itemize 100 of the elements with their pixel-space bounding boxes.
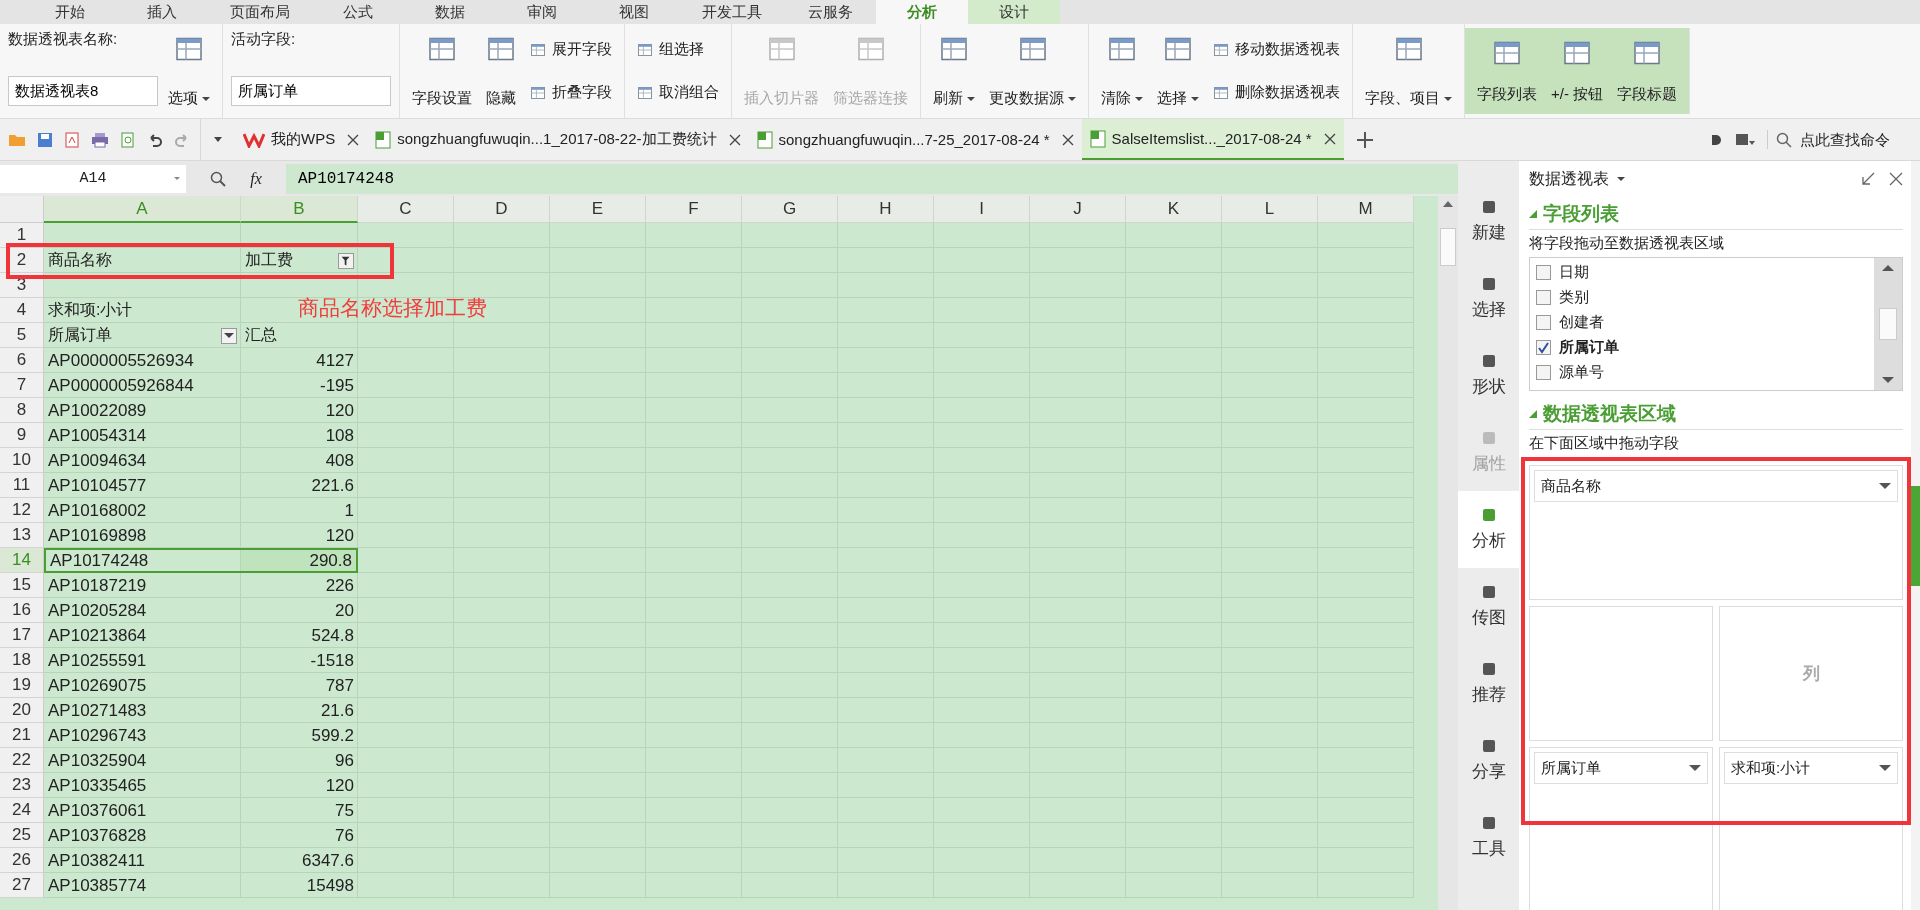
field-name[interactable]: 类别 [1559,288,1589,307]
document-tab[interactable]: 我的WPS [235,119,368,160]
table-cell[interactable]: 120 [241,523,358,548]
table-cell[interactable]: -1518 [241,648,358,673]
close-icon[interactable] [1323,132,1336,145]
checkbox[interactable] [1536,265,1551,280]
ribbon-button[interactable]: 刷新 [929,28,979,114]
side-handle[interactable] [1911,486,1920,586]
table-cell[interactable]: 226 [241,573,358,598]
column-header[interactable]: I [934,196,1030,223]
close-icon[interactable] [728,133,741,146]
side-tool[interactable]: 工具 [1458,799,1519,876]
table-cell[interactable]: 524.8 [241,623,358,648]
d-icon[interactable] [1709,132,1723,147]
field-name[interactable]: 创建者 [1559,313,1604,332]
row-header[interactable]: 13 [0,523,44,548]
ribbon-button[interactable]: 移动数据透视表 [1209,38,1344,61]
field-name[interactable]: 源单号 [1559,363,1604,382]
ribbon-button[interactable]: 字段、项目 [1361,28,1456,114]
row-header[interactable]: 22 [0,748,44,773]
plus-icon[interactable] [1355,130,1374,149]
menu-tab[interactable]: 视图 [588,0,680,24]
side-tool[interactable]: 分享 [1458,722,1519,799]
document-tab[interactable]: songzhuangfuwuqin...7-25_2017-08-24 * [748,119,1082,160]
options-button[interactable]: 选项 [164,28,214,114]
ribbon-button[interactable]: 隐藏 [482,28,520,114]
row-header[interactable]: 2 [0,248,44,273]
table-cell[interactable]: 商品名称 [44,248,241,273]
table-cell[interactable]: 290.8 [241,548,358,573]
scrollbar[interactable] [1438,196,1458,910]
field-name[interactable]: 日期 [1559,263,1589,282]
table-cell[interactable]: AP10325904 [44,748,241,773]
dropdown-icon[interactable] [221,327,237,344]
document-tab[interactable]: songzhuangfuwuqin...1_2017-08-22-加工费统计 [367,119,749,160]
drop-area[interactable]: 所属订单 [1529,747,1713,910]
table-cell[interactable]: AP10382411 [44,848,241,873]
row-header[interactable]: 8 [0,398,44,423]
menu-tab[interactable]: 分析 [876,0,968,24]
ribbon-button[interactable]: 组选择 [633,38,723,61]
column-header[interactable]: K [1126,196,1222,223]
triangle-icon[interactable] [1529,210,1537,218]
row-header[interactable]: 24 [0,798,44,823]
save-icon[interactable] [37,131,53,148]
checkbox[interactable] [1536,365,1551,380]
command-search-field[interactable]: 点此查找命令 [1798,130,1912,149]
ribbon-button[interactable]: 清除 [1097,28,1147,114]
undo-icon[interactable] [147,131,163,148]
table-cell[interactable]: AP0000005926844 [44,373,241,398]
row-header[interactable]: 6 [0,348,44,373]
side-tool[interactable]: 分析 [1458,491,1519,568]
table-cell[interactable]: AP10269075 [44,673,241,698]
side-tool[interactable]: 选择 [1458,260,1519,337]
pivot-name-field[interactable]: 数据透视表8 [8,76,158,106]
drop-area[interactable]: 求和项:小计 [1719,747,1903,910]
table-cell[interactable]: 120 [241,773,358,798]
zoom-icon[interactable] [210,170,226,187]
table-cell[interactable]: 1 [241,498,358,523]
row-header[interactable]: 19 [0,673,44,698]
table-cell[interactable]: 75 [241,798,358,823]
table-cell[interactable]: 120 [241,398,358,423]
side-tool[interactable]: 新建 [1458,183,1519,260]
preview-icon[interactable] [120,131,136,148]
close-icon[interactable] [1061,133,1074,146]
table-cell[interactable]: AP10255591 [44,648,241,673]
field-chip[interactable]: 求和项:小计 [1724,752,1898,784]
table-cell[interactable]: -195 [241,373,358,398]
table-cell[interactable]: AP10205284 [44,598,241,623]
up-arrow-icon[interactable] [1443,200,1453,208]
ribbon-button[interactable]: 取消组合 [633,81,723,104]
column-header[interactable]: L [1222,196,1318,223]
table-cell[interactable]: AP10187219 [44,573,241,598]
table-cell[interactable]: 15498 [241,873,358,898]
table-cell[interactable]: AP10296743 [44,723,241,748]
dropdown-box-icon[interactable] [1735,131,1755,148]
table-cell[interactable]: 96 [241,748,358,773]
drop-area[interactable]: 商品名称 [1529,465,1903,600]
menu-tab[interactable]: 数据 [404,0,496,24]
active-field-field[interactable]: 所属订单 [231,76,391,106]
menu-tab[interactable]: 插入 [116,0,208,24]
side-tool[interactable]: 传图 [1458,568,1519,645]
table-cell[interactable]: AP10054314 [44,423,241,448]
row-header[interactable]: 18 [0,648,44,673]
menu-tab[interactable]: 云服务 [784,0,876,24]
row-header[interactable]: 26 [0,848,44,873]
ribbon-button[interactable]: 展开字段 [526,38,616,61]
table-cell[interactable]: AP10376061 [44,798,241,823]
table-cell[interactable]: AP10104577 [44,473,241,498]
row-header[interactable]: 9 [0,423,44,448]
table-cell[interactable]: 221.6 [241,473,358,498]
up-arrow-icon[interactable] [1882,264,1894,272]
table-cell[interactable]: AP10174248 [44,548,241,573]
scrollbar[interactable] [1874,258,1902,390]
row-header[interactable]: 25 [0,823,44,848]
scroll-thumb[interactable] [1879,308,1897,340]
row-header[interactable]: 15 [0,573,44,598]
table-cell[interactable]: AP10376828 [44,823,241,848]
field-name[interactable]: 所属订单 [1559,338,1619,357]
down-arrow-icon[interactable] [1882,376,1894,384]
menu-tab[interactable]: 页面布局 [208,0,312,24]
ribbon-button[interactable]: 删除数据透视表 [1209,81,1344,104]
